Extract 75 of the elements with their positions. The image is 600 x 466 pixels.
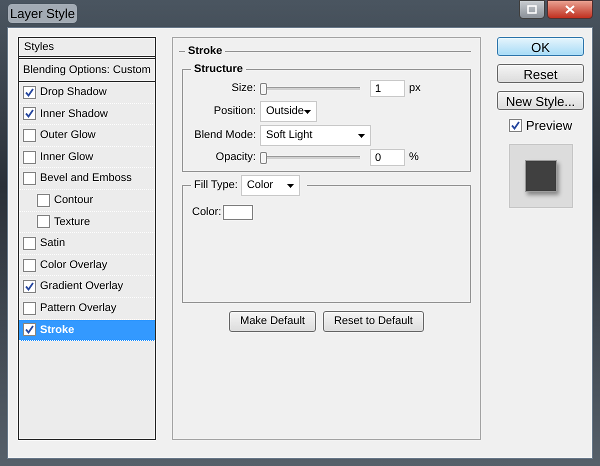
checkmark-icon xyxy=(25,109,34,118)
size-input[interactable]: 1 xyxy=(370,80,405,97)
style-label: Color Overlay xyxy=(40,258,108,273)
color-swatch[interactable] xyxy=(223,204,254,220)
style-item[interactable]: Outer Glow xyxy=(19,125,155,147)
opacity-input[interactable]: 0 xyxy=(370,149,405,166)
window-icon xyxy=(527,5,537,14)
style-item[interactable]: Bevel and Emboss xyxy=(19,168,155,190)
style-item[interactable]: Gradient Overlay xyxy=(19,276,155,298)
checkbox[interactable] xyxy=(23,150,36,164)
checkbox[interactable] xyxy=(23,280,36,294)
panel-button[interactable]: Reset to Default xyxy=(322,311,424,332)
style-label: Stroke xyxy=(40,322,74,338)
preview-square xyxy=(524,160,556,192)
style-label: Pattern Overlay xyxy=(40,300,116,316)
blend-mode-dropdown[interactable]: Soft Light xyxy=(260,125,371,146)
checkbox[interactable] xyxy=(23,236,36,250)
style-item[interactable]: Inner Glow xyxy=(19,146,155,168)
style-label: Drop Shadow xyxy=(40,85,107,100)
restore-button[interactable] xyxy=(519,0,545,19)
caret-icon xyxy=(304,110,311,114)
checkbox[interactable] xyxy=(23,86,36,99)
color-label: Color: xyxy=(192,205,222,220)
checkbox[interactable] xyxy=(37,194,50,207)
position-label: Position: xyxy=(212,104,256,120)
fill-type-dropdown[interactable]: Color xyxy=(240,175,300,196)
checkbox[interactable] xyxy=(23,107,36,120)
opacity-label: Opacity: xyxy=(214,150,256,166)
style-item[interactable]: Satin xyxy=(19,233,155,255)
style-label: Inner Shadow xyxy=(40,106,108,122)
panel-button[interactable]: Make Default xyxy=(229,311,316,332)
checkbox[interactable] xyxy=(508,119,522,132)
checkbox[interactable] xyxy=(23,172,36,186)
style-label: Gradient Overlay xyxy=(40,279,124,294)
caret-icon xyxy=(286,184,294,188)
caret-icon xyxy=(358,134,365,138)
slider[interactable] xyxy=(260,152,360,164)
styles-header[interactable]: Styles xyxy=(19,38,155,59)
style-item[interactable]: Drop Shadow xyxy=(19,82,155,104)
style-label: Texture xyxy=(54,214,90,230)
dialog-button[interactable]: OK xyxy=(497,37,584,56)
checkmark-icon xyxy=(25,88,34,97)
checkbox[interactable] xyxy=(37,215,50,228)
checkbox[interactable] xyxy=(23,323,36,336)
style-item[interactable]: Inner Shadow xyxy=(19,104,155,126)
style-label: Outer Glow xyxy=(40,128,96,144)
style-item[interactable]: Texture xyxy=(19,212,155,234)
dialog-button[interactable]: New Style... xyxy=(497,91,584,110)
checkbox[interactable] xyxy=(23,258,36,272)
checkbox[interactable] xyxy=(23,302,36,315)
section-title: Stroke xyxy=(188,44,222,60)
checkmark-icon xyxy=(510,121,520,130)
size-label: Size: xyxy=(230,81,256,96)
slider-thumb[interactable] xyxy=(260,152,267,164)
style-label: Inner Glow xyxy=(40,150,94,165)
style-item[interactable]: Contour xyxy=(19,190,155,212)
style-label: Satin xyxy=(40,236,66,252)
preview-label: Preview xyxy=(526,117,572,135)
position-dropdown[interactable]: Outside xyxy=(260,101,317,122)
checkbox[interactable] xyxy=(23,128,36,142)
window-title: Layer Style xyxy=(8,4,78,24)
unit-label: px xyxy=(409,81,421,96)
unit-label: % xyxy=(409,150,419,166)
checkmark-icon xyxy=(25,282,34,292)
dialog-button[interactable]: Reset xyxy=(497,64,584,83)
style-item[interactable]: Color Overlay xyxy=(19,254,155,276)
style-label: Contour xyxy=(54,193,94,208)
slider[interactable] xyxy=(260,82,360,94)
close-button[interactable] xyxy=(547,0,593,19)
close-icon xyxy=(565,5,575,14)
blend-mode-label: Blend Mode: xyxy=(193,128,256,144)
slider-thumb[interactable] xyxy=(260,82,267,94)
blending-options-item[interactable]: Blending Options: Custom xyxy=(19,59,155,82)
checkmark-icon xyxy=(25,325,34,334)
style-label: Bevel and Emboss xyxy=(40,171,132,186)
